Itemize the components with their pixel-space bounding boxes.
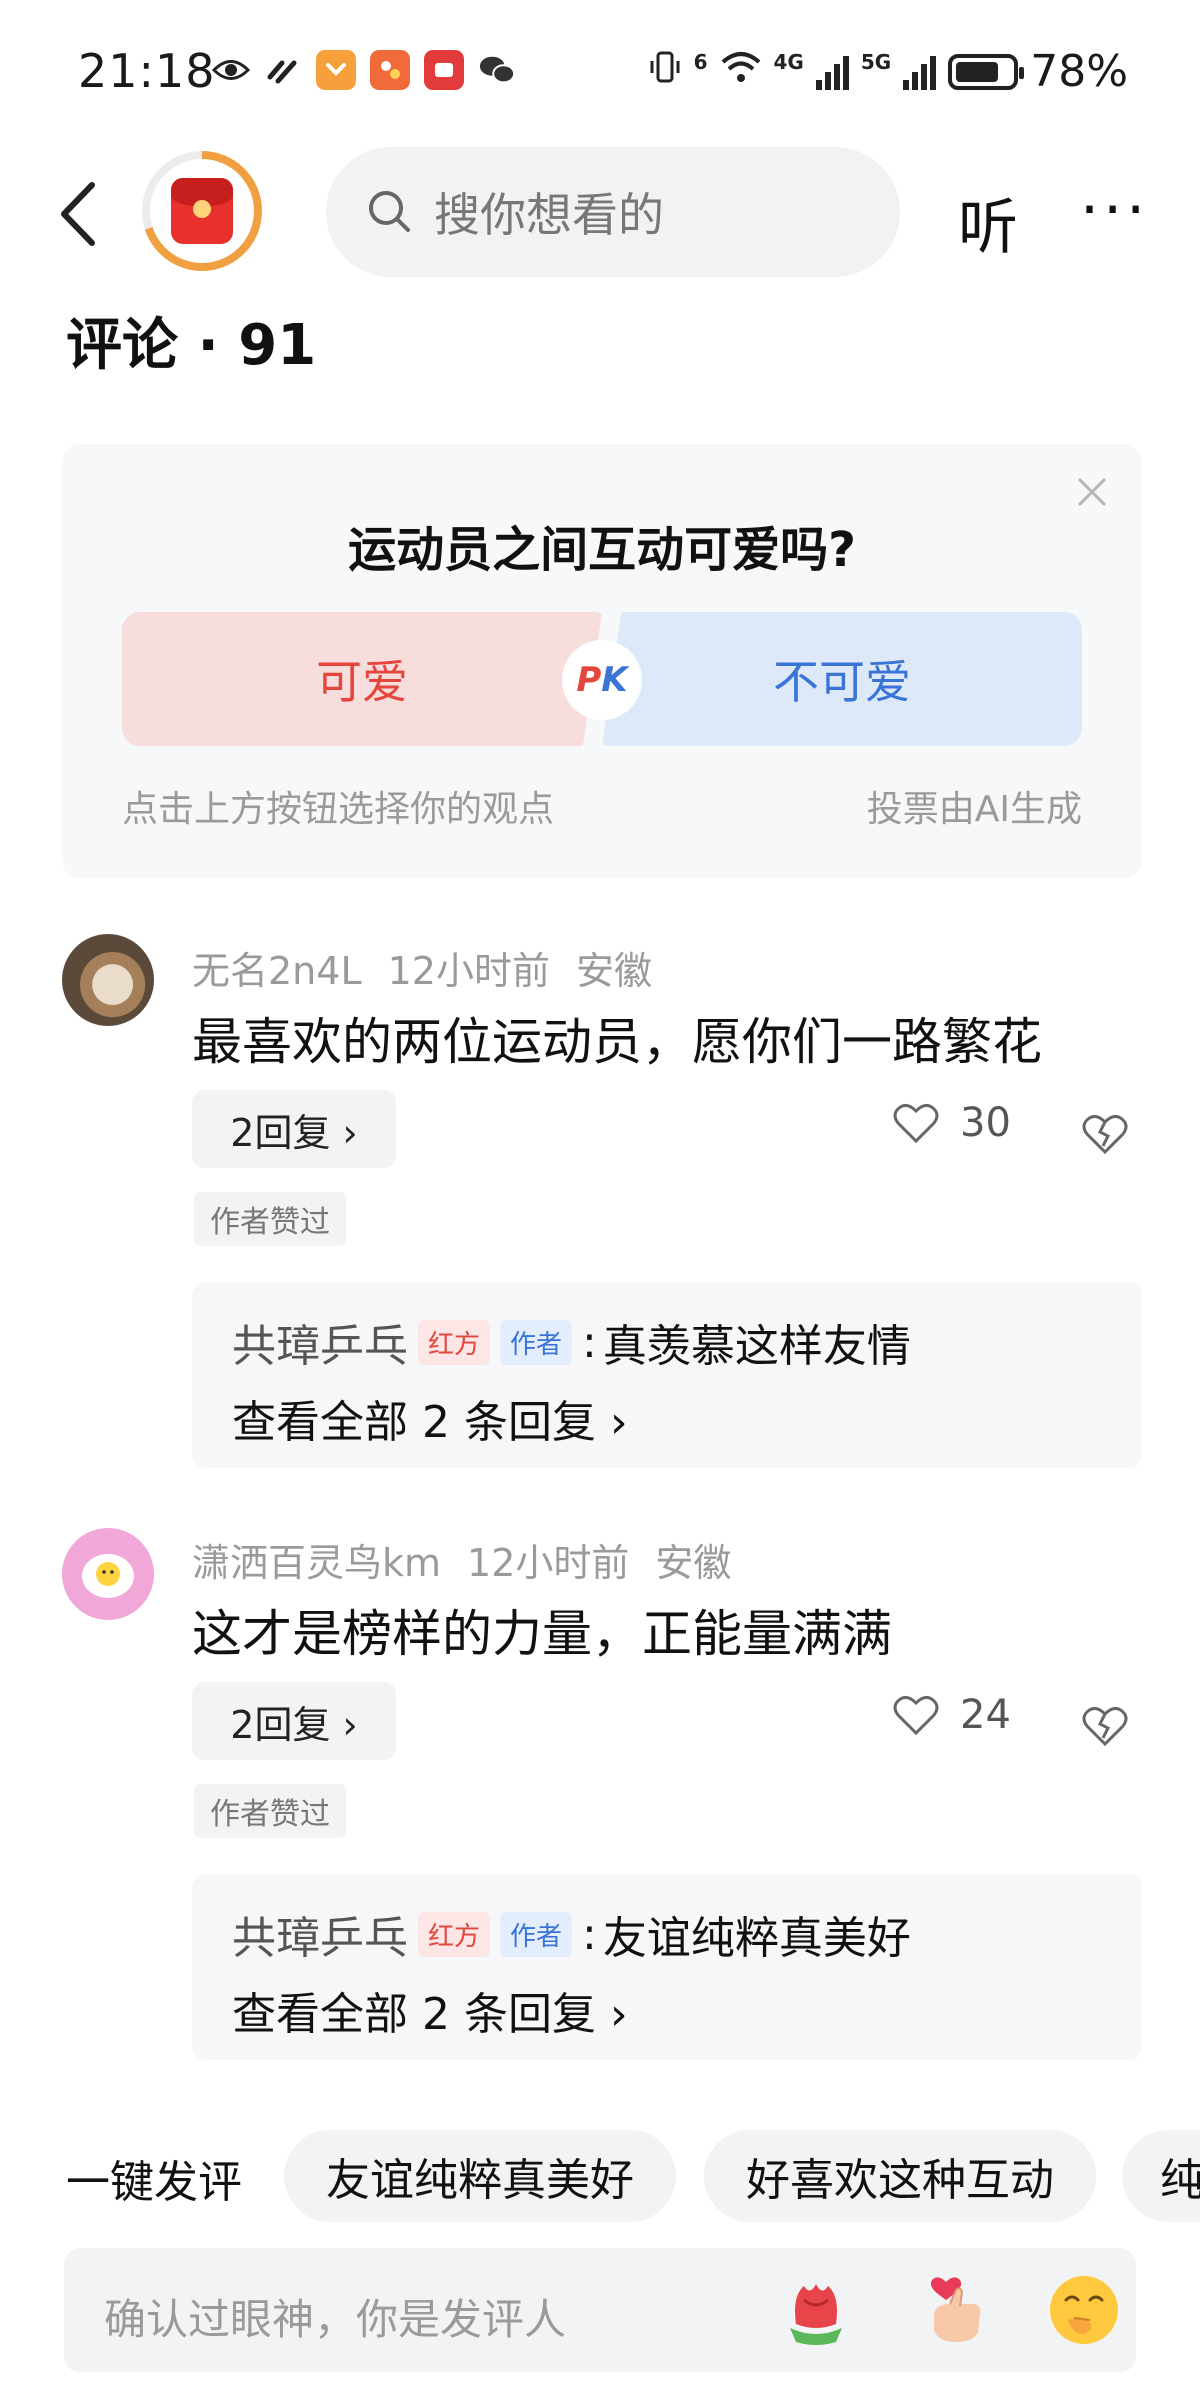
shield-app-icon: [316, 50, 356, 90]
broken-heart-icon[interactable]: [1080, 1108, 1130, 1158]
author-reply-box[interactable]: 共璋乒乓 红方 作者 : 真羡慕这样友情 查看全部 2 条回复 ›: [192, 1282, 1142, 1468]
comment-location: 安徽: [655, 1541, 732, 1585]
pk-letter-p: P: [576, 660, 602, 700]
pk-badge: PK: [562, 640, 642, 720]
vibrate-icon: [648, 49, 682, 94]
comment-text[interactable]: 最喜欢的两位运动员，愿你们一路繁花: [192, 1002, 1042, 1074]
poll-option-cute[interactable]: 可爱: [122, 612, 602, 746]
view-all-replies-link[interactable]: 查看全部 2 条回复 ›: [232, 1978, 628, 2042]
listen-button[interactable]: 听: [958, 179, 1018, 266]
back-button[interactable]: [52, 179, 112, 249]
poll-question: 运动员之间互动可爱吗?: [348, 522, 856, 578]
signal-bars-icon: [815, 54, 849, 90]
shop-app-icon: [370, 50, 410, 90]
reply-text: 友谊纯粹真美好: [602, 1913, 911, 1964]
signal-bars-icon-2: [903, 54, 937, 90]
reply-separator: :: [582, 1908, 597, 1960]
chevron-left-icon: [61, 182, 95, 246]
replies-button[interactable]: 2回复 ›: [192, 1682, 396, 1760]
wechat-icon: [478, 51, 516, 89]
like-count: 30: [960, 1100, 1011, 1146]
quick-comment-label: 一键发评: [66, 2157, 242, 2208]
giggle-emoji-icon[interactable]: [1044, 2270, 1124, 2350]
comment-meta: 潇洒百灵鸟km 12小时前 安徽: [192, 1532, 757, 1587]
like-count: 24: [960, 1692, 1011, 1738]
status-time: 21:18: [78, 44, 216, 98]
replies-button[interactable]: 2回复 ›: [192, 1090, 396, 1168]
fried-egg-icon: [82, 1554, 134, 1598]
author-reply-box[interactable]: 共璋乒乓 红方 作者 : 友谊纯粹真美好 查看全部 2 条回复 ›: [192, 1874, 1142, 2060]
wifi-gen-label: 6: [693, 49, 708, 74]
reply-separator: :: [582, 1316, 597, 1368]
comment-username[interactable]: 潇洒百灵鸟km: [192, 1541, 441, 1585]
red-app-icon: [424, 50, 464, 90]
status-right-icons: 6 4G 5G 78%: [648, 46, 1128, 97]
finger-heart-emoji-icon[interactable]: [916, 2270, 996, 2350]
author-liked-badge: 作者赞过: [194, 1192, 346, 1246]
network-5g-label: 5G: [860, 49, 892, 74]
search-icon: [369, 191, 410, 232]
heart-icon: [893, 1696, 939, 1736]
eye-icon: [212, 51, 250, 89]
more-button[interactable]: ···: [1080, 175, 1149, 245]
poll-option-not-cute[interactable]: 不可爱: [602, 612, 1082, 746]
red-side-tag: 红方: [418, 1319, 491, 1365]
comment-input-placeholder: 确认过眼神，你是发评人: [104, 2295, 567, 2344]
quick-comment-chip[interactable]: 纯: [1122, 2130, 1200, 2222]
poll-card: 运动员之间互动可爱吗? 可爱 不可爱 PK 点击上方按钮选择你的观点 投票由AI…: [62, 444, 1142, 878]
battery-percent: 78%: [1030, 46, 1128, 97]
reply-text: 真羡慕这样友情: [602, 1321, 911, 1372]
close-icon[interactable]: [1072, 472, 1112, 512]
comment-input-bar[interactable]: 确认过眼神，你是发评人: [64, 2248, 1136, 2372]
comment-username[interactable]: 无名2n4L: [192, 949, 362, 993]
wifi-icon: [720, 50, 762, 93]
quick-comment-chip[interactable]: 友谊纯粹真美好: [284, 2130, 676, 2222]
battery-icon: [948, 53, 1025, 90]
comment-time: 12小时前: [467, 1541, 630, 1585]
red-packet-avatar[interactable]: [142, 151, 262, 271]
comments-title: 评论 · 91: [66, 313, 317, 378]
user-avatar[interactable]: [62, 934, 154, 1026]
link-icon: [264, 51, 302, 89]
author-reply-line: 共璋乒乓 红方 作者 : 友谊纯粹真美好: [232, 1902, 911, 1966]
like-button[interactable]: 30: [892, 1100, 1011, 1146]
reply-author-name[interactable]: 共璋乒乓: [232, 1310, 408, 1374]
broken-heart-icon[interactable]: [1080, 1700, 1130, 1750]
author-liked-badge: 作者赞过: [194, 1784, 346, 1838]
poll-source-note: 投票由AI生成: [866, 789, 1082, 830]
author-tag: 作者: [500, 1319, 573, 1365]
author-reply-line: 共璋乒乓 红方 作者 : 真羡慕这样友情: [232, 1310, 911, 1374]
search-placeholder: 搜你想看的: [434, 188, 664, 242]
status-left-icons: [212, 50, 516, 90]
flower-emoji-icon[interactable]: [776, 2270, 856, 2350]
author-tag: 作者: [500, 1911, 573, 1957]
red-side-tag: 红方: [418, 1911, 491, 1957]
pk-letter-k: K: [601, 660, 628, 700]
red-packet-icon: [171, 178, 233, 244]
comment-location: 安徽: [575, 949, 652, 993]
user-avatar[interactable]: [62, 1528, 154, 1620]
search-bar[interactable]: 搜你想看的: [326, 147, 900, 277]
view-all-replies-link[interactable]: 查看全部 2 条回复 ›: [232, 1386, 628, 1450]
comment-text[interactable]: 这才是榜样的力量，正能量满满: [192, 1594, 892, 1666]
heart-icon: [893, 1104, 939, 1144]
comment-meta: 无名2n4L 12小时前 安徽: [192, 940, 678, 995]
reply-author-name[interactable]: 共璋乒乓: [232, 1902, 408, 1966]
top-bar: 搜你想看的 听 ···: [0, 145, 1200, 277]
comment-time: 12小时前: [387, 949, 550, 993]
status-bar: 21:18 6 4G 5G 78%: [0, 0, 1200, 150]
poll-hint: 点击上方按钮选择你的观点: [122, 789, 555, 830]
network-4g-label: 4G: [773, 49, 804, 74]
like-button[interactable]: 24: [892, 1692, 1011, 1738]
quick-comment-chip[interactable]: 好喜欢这种互动: [704, 2130, 1096, 2222]
quick-comment-row: 一键发评 友谊纯粹真美好 好喜欢这种互动 纯: [0, 2130, 1200, 2226]
